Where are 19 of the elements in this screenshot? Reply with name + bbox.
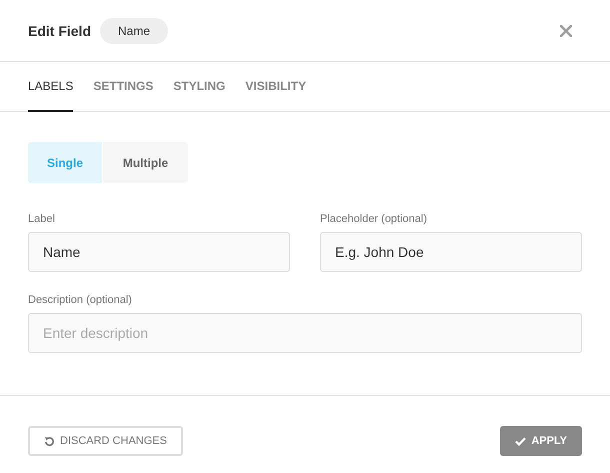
dialog-title: Edit Field bbox=[28, 22, 91, 38]
field-label: Placeholder (optional) bbox=[320, 213, 428, 225]
mode-toggle-button[interactable]: Single bbox=[28, 142, 102, 183]
field-name-badge: Name bbox=[100, 18, 168, 44]
checkmark-icon bbox=[515, 436, 526, 446]
input-field[interactable]: E.g. John Doe bbox=[320, 232, 582, 272]
tab[interactable]: LABELS bbox=[28, 62, 74, 112]
apply-button[interactable]: APPLY bbox=[500, 426, 582, 456]
mode-toggle-button[interactable]: Multiple bbox=[103, 142, 188, 183]
tab[interactable]: SETTINGS bbox=[93, 62, 154, 112]
discard-changes-button[interactable]: DISCARD CHANGES bbox=[28, 426, 183, 456]
field-label: Label bbox=[28, 213, 56, 225]
tab[interactable]: VISIBILITY bbox=[245, 62, 306, 112]
field-label: Description (optional) bbox=[28, 294, 133, 306]
input-field[interactable]: Name bbox=[28, 232, 290, 272]
tab[interactable]: STYLING bbox=[173, 62, 226, 112]
input-field[interactable]: Enter description bbox=[28, 313, 582, 353]
close-icon[interactable] bbox=[560, 24, 572, 36]
undo-icon bbox=[44, 436, 55, 446]
